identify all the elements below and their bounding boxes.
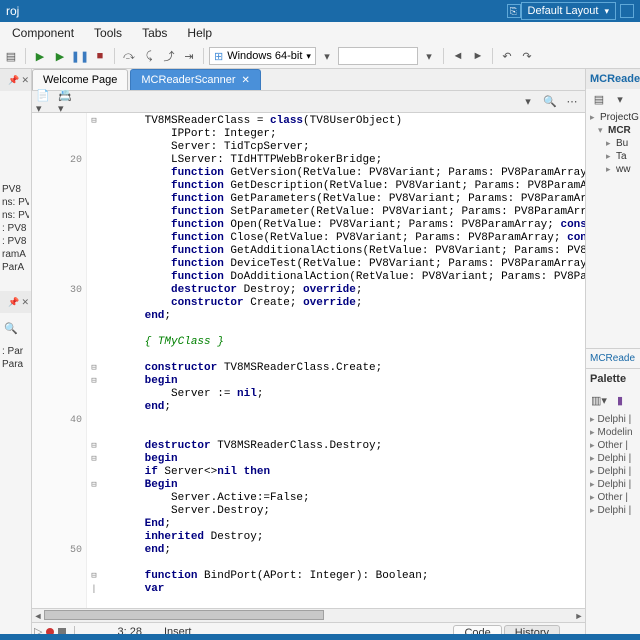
step-over-icon[interactable]: ⤼ <box>120 47 138 65</box>
step-out-icon[interactable]: ⤴ <box>160 47 178 65</box>
palette-header: Palette <box>586 368 640 389</box>
project-tree-item[interactable]: ▸ProjectG <box>590 111 636 124</box>
palette-item[interactable]: ▸Delphi | <box>590 452 636 465</box>
left-panel-item[interactable]: PV8 <box>2 183 29 196</box>
chevron-down-icon: ▾ <box>306 51 311 62</box>
platform-label: Windows 64-bit <box>227 50 302 62</box>
platform-selector[interactable]: ⊞ Windows 64-bit ▾ <box>209 47 316 65</box>
tab-bar: Welcome Page MCReaderScanner ✕ <box>32 69 585 91</box>
print-icon[interactable]: 📇▾ <box>58 93 76 111</box>
main-toolbar: ▤ ▶ ▶ ❚❚ ■ ⤼ ⤹ ⤴ ⇥ ⊞ Windows 64-bit ▾ ▾ … <box>0 44 640 69</box>
left-panel-header-1: 📌 ✕ <box>0 69 31 91</box>
chevron-down-icon: ▾ <box>604 6 609 17</box>
left-panel-item[interactable]: : PV8 <box>2 235 29 248</box>
run-to-cursor-icon[interactable]: ⇥ <box>180 47 198 65</box>
windows-icon: ⊞ <box>214 50 223 63</box>
filter-icon[interactable]: ▾ <box>519 93 537 111</box>
close-icon[interactable]: ✕ <box>242 75 250 86</box>
pin-icon[interactable]: 📌 <box>8 297 19 308</box>
palette-item[interactable]: ▸Other | <box>590 439 636 452</box>
run-no-debug-icon[interactable]: ▶ <box>51 47 69 65</box>
nav-back-icon[interactable]: ◄ <box>449 47 467 65</box>
left-panel-item[interactable]: ns: PV8 <box>2 209 29 222</box>
search-box[interactable] <box>338 47 418 65</box>
stack-icon[interactable]: ▤ <box>2 47 20 65</box>
menu-tabs[interactable]: Tabs <box>132 24 177 42</box>
palette-item[interactable]: ▸Other | <box>590 491 636 504</box>
project-tree[interactable]: ▸ProjectG▾MCR▸Bu▸Ta▸ww <box>586 109 640 178</box>
close-icon[interactable]: ✕ <box>21 75 29 86</box>
palette-tool-icon[interactable]: ▮ <box>611 391 629 409</box>
horizontal-scrollbar[interactable]: ◄ ► <box>32 608 585 622</box>
left-panel-item[interactable]: ParA <box>2 261 29 274</box>
palette-item[interactable]: ▸Delphi | <box>590 413 636 426</box>
scroll-left-icon[interactable]: ◄ <box>32 610 44 622</box>
scroll-right-icon[interactable]: ► <box>573 610 585 622</box>
titlebar-button[interactable] <box>620 4 634 18</box>
left-panel-body-2: 🔍 : ParPara <box>0 313 31 640</box>
nav-fwd-icon[interactable]: ► <box>469 47 487 65</box>
footer-bar <box>0 634 640 640</box>
menu-component[interactable]: Component <box>2 24 84 42</box>
tab-welcome[interactable]: Welcome Page <box>32 69 128 90</box>
search-icon[interactable]: 🔍 <box>2 319 20 337</box>
file-icon[interactable]: 📄▾ <box>36 93 54 111</box>
quick-action-icon[interactable]: ⎘ <box>507 4 521 18</box>
left-panel-item[interactable]: : PV8 <box>2 222 29 235</box>
pin-icon[interactable]: 📌 <box>8 75 19 86</box>
right-link[interactable]: MCReade <box>586 348 640 368</box>
palette-item[interactable]: ▸Delphi | <box>590 465 636 478</box>
layout-selector[interactable]: Default Layout ▾ <box>521 2 616 20</box>
project-tree-item[interactable]: ▸Bu <box>590 137 636 150</box>
window-title: roj <box>6 4 503 18</box>
right-panel-header: MCReade <box>586 69 640 89</box>
left-panel-body-1: PV8ns: PV8ns: PV8: PV8: PV8ramAParA <box>0 91 31 291</box>
project-tree-item[interactable]: ▾MCR <box>590 124 636 137</box>
code-editor[interactable]: 20 30 40 50 ⊟ <box>32 113 585 608</box>
palette-list[interactable]: ▸Delphi |▸Modelin▸Other |▸Delphi |▸Delph… <box>586 411 640 519</box>
left-panel-item[interactable]: : Par <box>2 345 29 358</box>
palette-filter-icon[interactable]: ▥▾ <box>590 391 608 409</box>
tab-mcreaderscanner[interactable]: MCReaderScanner ✕ <box>130 69 261 90</box>
run-icon[interactable]: ▶ <box>31 47 49 65</box>
left-panel-item[interactable]: ns: PV8 <box>2 196 29 209</box>
tool-icon[interactable]: ▤ <box>590 90 608 108</box>
menu-tools[interactable]: Tools <box>84 24 132 42</box>
pause-icon[interactable]: ❚❚ <box>71 47 89 65</box>
left-panel-item[interactable]: ramA <box>2 248 29 261</box>
tool-icon[interactable]: ▾ <box>611 90 629 108</box>
project-tree-item[interactable]: ▸Ta <box>590 150 636 163</box>
dropdown-icon[interactable]: ▾ <box>318 47 336 65</box>
undo-icon[interactable]: ↶ <box>498 47 516 65</box>
scroll-thumb[interactable] <box>44 610 324 620</box>
dropdown2-icon[interactable]: ▾ <box>420 47 438 65</box>
menu-help[interactable]: Help <box>177 24 222 42</box>
redo-icon[interactable]: ↷ <box>518 47 536 65</box>
palette-item[interactable]: ▸Delphi | <box>590 504 636 517</box>
step-into-icon[interactable]: ⤹ <box>140 47 158 65</box>
palette-item[interactable]: ▸Modelin <box>590 426 636 439</box>
tab-label: MCReaderScanner <box>141 74 235 86</box>
tab-label: Welcome Page <box>43 74 117 86</box>
menubar: Component Tools Tabs Help <box>0 22 640 44</box>
project-tree-item[interactable]: ▸ww <box>590 163 636 176</box>
palette-item[interactable]: ▸Delphi | <box>590 478 636 491</box>
left-panel-item[interactable]: Para <box>2 358 29 371</box>
close-icon[interactable]: ✕ <box>21 297 29 308</box>
layout-selector-label: Default Layout <box>528 5 599 17</box>
left-panel-header-2: 📌 ✕ <box>0 291 31 313</box>
more-icon[interactable]: ⋯ <box>563 93 581 111</box>
editor-toolbar: 📄▾ 📇▾ ▾ 🔍 ⋯ <box>32 91 585 113</box>
search-icon[interactable]: 🔍 <box>541 93 559 111</box>
stop-icon[interactable]: ■ <box>91 47 109 65</box>
